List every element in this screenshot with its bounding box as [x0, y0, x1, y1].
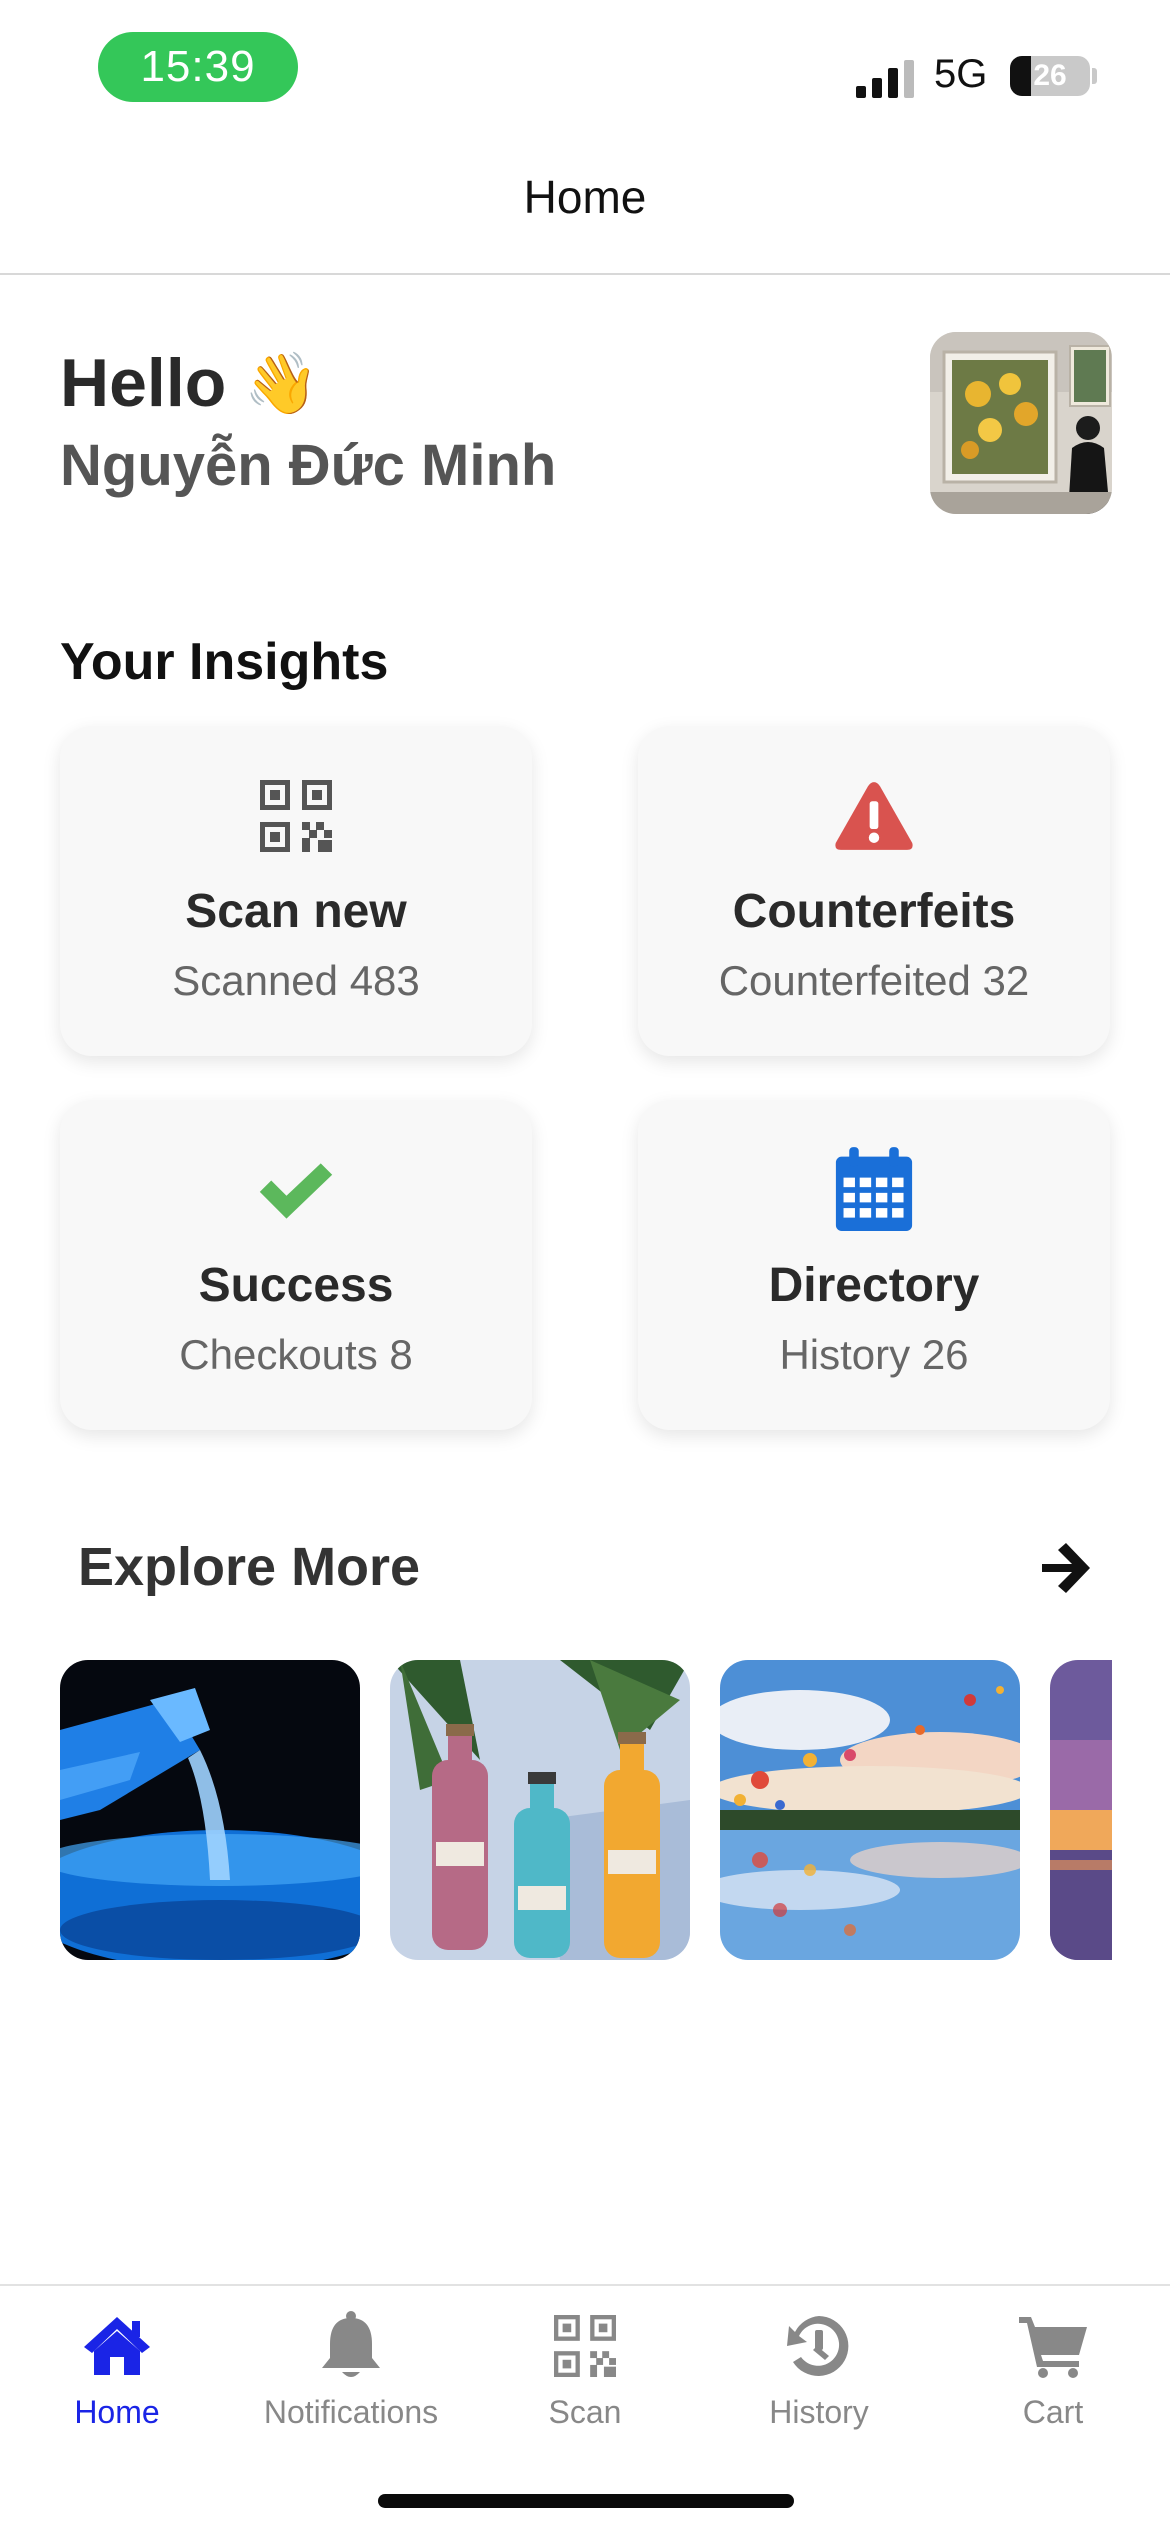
sunset-image: [1050, 1660, 1112, 1960]
page-title: Home: [523, 171, 647, 223]
tab-label: Notifications: [263, 2394, 439, 2430]
explore-carousel[interactable]: [60, 1660, 1112, 1960]
explore-thumbnail-sunset[interactable]: [1050, 1660, 1112, 1960]
card-subtitle: History 26: [779, 1331, 969, 1378]
battery-percent: 26: [1033, 59, 1067, 92]
greeting-hello-text: Hello: [60, 345, 227, 421]
history-icon: [779, 2306, 859, 2386]
warning-triangle-icon: [834, 776, 914, 856]
card-title: Scan new: [185, 885, 407, 938]
explore-thumbnail-water[interactable]: [60, 1660, 360, 1960]
rio-bottles-image: [390, 1660, 690, 1960]
card-subtitle: Counterfeited 32: [718, 957, 1030, 1004]
status-time: 15:39: [98, 32, 298, 102]
explore-thumbnail-bottles[interactable]: [390, 1660, 690, 1960]
hot-air-balloons-image: [720, 1660, 1020, 1960]
tab-notifications[interactable]: Notifications: [234, 2306, 468, 2446]
card-title: Counterfeits: [732, 885, 1016, 938]
avatar-image: [930, 332, 1112, 514]
card-subtitle: Checkouts 8: [179, 1331, 413, 1378]
tab-label: Cart: [1022, 2394, 1084, 2430]
nav-divider: [0, 273, 1170, 275]
network-type: 5G: [934, 52, 988, 96]
battery-icon: 26: [1010, 56, 1090, 96]
qr-code-icon: [545, 2306, 625, 2386]
home-icon: [77, 2306, 157, 2386]
card-title: Directory: [768, 1259, 980, 1312]
insight-card-scan-new[interactable]: Scan new Scanned 483: [60, 726, 532, 1056]
arrow-right-icon[interactable]: [1036, 1540, 1092, 1596]
explore-thumbnail-balloons[interactable]: [720, 1660, 1020, 1960]
tab-scan[interactable]: Scan: [468, 2306, 702, 2446]
battery-tip: [1092, 68, 1097, 84]
qr-code-icon: [256, 776, 336, 856]
bell-icon: [311, 2306, 391, 2386]
card-subtitle: Scanned 483: [172, 957, 420, 1004]
tab-cart[interactable]: Cart: [936, 2306, 1170, 2446]
greeting-hello: Hello 👋: [60, 344, 319, 422]
avatar[interactable]: [930, 332, 1112, 514]
tab-label: Home: [74, 2394, 160, 2430]
insight-card-success[interactable]: Success Checkouts 8: [60, 1100, 532, 1430]
calendar-icon: [834, 1147, 914, 1231]
signal-icon: [856, 58, 918, 98]
tab-home[interactable]: Home: [0, 2306, 234, 2446]
insight-card-directory[interactable]: Directory History 26: [638, 1100, 1110, 1430]
tab-label: Scan: [548, 2394, 622, 2430]
user-name: Nguyễn Đức Minh: [60, 433, 557, 498]
cart-icon: [1013, 2306, 1093, 2386]
tab-label: History: [769, 2394, 869, 2430]
status-bar: 15:39 5G 26: [0, 0, 1170, 135]
insight-card-counterfeits[interactable]: Counterfeits Counterfeited 32: [638, 726, 1110, 1056]
water-pour-image: [60, 1660, 360, 1960]
card-title: Success: [198, 1259, 394, 1312]
waving-hand-icon: 👋: [244, 349, 319, 417]
explore-title: Explore More: [78, 1537, 421, 1597]
home-indicator: [378, 2494, 794, 2508]
insights-title: Your Insights: [60, 633, 389, 691]
checkmark-icon: [256, 1150, 336, 1230]
tab-history[interactable]: History: [702, 2306, 936, 2446]
